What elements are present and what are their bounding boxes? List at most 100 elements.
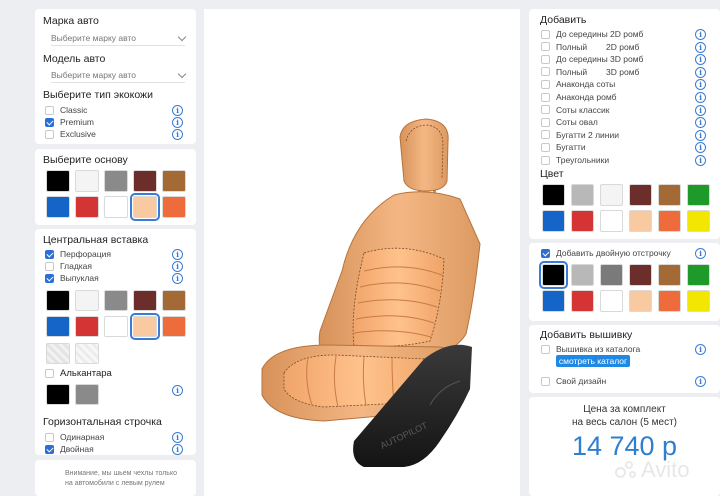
checkbox[interactable] bbox=[45, 368, 54, 378]
info-icon[interactable]: i bbox=[695, 104, 706, 116]
add-color-swatch-4[interactable] bbox=[658, 184, 681, 206]
model-select[interactable]: Выберите марку авто bbox=[51, 68, 187, 83]
double-stitch-color-swatch-2[interactable] bbox=[600, 264, 623, 286]
checkbox[interactable] bbox=[45, 129, 54, 139]
info-icon[interactable]: i bbox=[172, 261, 183, 272]
info-icon[interactable]: i bbox=[695, 29, 706, 40]
info-icon[interactable]: i bbox=[172, 432, 183, 443]
double-stitch-color-swatch-1[interactable] bbox=[571, 264, 594, 286]
info-icon[interactable]: i bbox=[172, 117, 183, 128]
ecoleather-option-classic[interactable]: Classic bbox=[45, 104, 87, 116]
double-stitch-color-swatch-10[interactable] bbox=[658, 290, 681, 312]
texture-swatch[interactable] bbox=[75, 343, 99, 364]
view-catalog-button[interactable]: смотреть каталог bbox=[556, 355, 630, 367]
stitch-option-double[interactable]: Двойная bbox=[45, 443, 94, 455]
base-color-swatch-5[interactable] bbox=[46, 196, 70, 218]
ecoleather-option-exclusive[interactable]: Exclusive bbox=[45, 128, 96, 140]
double-stitch-color-swatch-9[interactable] bbox=[629, 290, 652, 312]
checkbox[interactable] bbox=[541, 142, 550, 152]
insert-option-perforation[interactable]: Перфорация bbox=[45, 248, 111, 260]
add-color-swatch-5[interactable] bbox=[687, 184, 710, 206]
checkbox[interactable] bbox=[541, 105, 550, 115]
checkbox[interactable] bbox=[45, 117, 54, 127]
add-option-6[interactable]: Соты классик bbox=[541, 104, 610, 116]
double-stitch-color-swatch-11[interactable] bbox=[687, 290, 710, 312]
alcantara-swatch-black[interactable] bbox=[46, 384, 70, 405]
info-icon[interactable]: i bbox=[172, 273, 183, 284]
add-option-7[interactable]: Соты овал bbox=[541, 116, 598, 128]
insert-color-swatch-1[interactable] bbox=[75, 290, 99, 311]
double-stitch-color-swatch-0[interactable] bbox=[539, 261, 568, 289]
checkbox[interactable] bbox=[541, 92, 550, 102]
info-icon[interactable]: i bbox=[695, 92, 706, 103]
add-color-swatch-11[interactable] bbox=[687, 210, 710, 232]
double-stitch-color-swatch-8[interactable] bbox=[600, 290, 623, 312]
insert-color-swatch-8[interactable] bbox=[130, 313, 160, 340]
alcantara-swatch-gray[interactable] bbox=[75, 384, 99, 405]
base-color-swatch-4[interactable] bbox=[162, 170, 186, 192]
add-color-swatch-7[interactable] bbox=[571, 210, 594, 232]
info-icon[interactable]: i bbox=[695, 129, 706, 141]
add-color-swatch-2[interactable] bbox=[600, 184, 623, 206]
info-icon[interactable]: i bbox=[172, 129, 183, 140]
info-icon[interactable]: i bbox=[695, 117, 706, 129]
ecoleather-option-premium[interactable]: Premium bbox=[45, 116, 94, 128]
base-color-swatch-6[interactable] bbox=[75, 196, 99, 218]
insert-color-swatch-6[interactable] bbox=[75, 316, 99, 337]
info-icon[interactable]: i bbox=[695, 376, 706, 387]
insert-color-swatch-0[interactable] bbox=[46, 290, 70, 311]
checkbox[interactable] bbox=[541, 117, 550, 127]
base-color-swatch-2[interactable] bbox=[104, 170, 128, 192]
checkbox[interactable] bbox=[541, 67, 550, 77]
double-stitch-color-swatch-7[interactable] bbox=[571, 290, 594, 312]
add-option-0[interactable]: До середины 2D ромб bbox=[541, 28, 643, 40]
add-color-swatch-10[interactable] bbox=[658, 210, 681, 232]
base-color-swatch-1[interactable] bbox=[75, 170, 99, 192]
base-color-swatch-3[interactable] bbox=[133, 170, 157, 192]
insert-color-swatch-7[interactable] bbox=[104, 316, 128, 337]
checkbox[interactable] bbox=[45, 273, 54, 283]
brand-select[interactable]: Выберите марку авто bbox=[51, 31, 187, 46]
add-option-3[interactable]: Полный 3D ромб bbox=[541, 66, 639, 78]
add-color-swatch-1[interactable] bbox=[571, 184, 594, 206]
checkbox[interactable] bbox=[541, 79, 550, 89]
info-icon[interactable]: i bbox=[695, 142, 706, 154]
info-icon[interactable]: i bbox=[695, 248, 706, 259]
add-color-swatch-9[interactable] bbox=[629, 210, 652, 232]
checkbox[interactable] bbox=[45, 105, 54, 115]
embroidery-catalog-option[interactable]: Вышивка из каталога bbox=[541, 343, 640, 355]
insert-color-swatch-9[interactable] bbox=[162, 316, 186, 337]
double-stitch-color-swatch-5[interactable] bbox=[687, 264, 710, 286]
info-icon[interactable]: i bbox=[172, 385, 183, 396]
info-icon[interactable]: i bbox=[695, 41, 706, 53]
double-stitch-color-swatch-4[interactable] bbox=[658, 264, 681, 286]
insert-option-smooth[interactable]: Гладкая bbox=[45, 260, 92, 272]
insert-color-swatch-2[interactable] bbox=[104, 290, 128, 311]
stitch-option-single[interactable]: Одинарная bbox=[45, 431, 104, 443]
double-stitch-color-swatch-3[interactable] bbox=[629, 264, 652, 286]
checkbox[interactable] bbox=[541, 54, 550, 64]
info-icon[interactable]: i bbox=[172, 249, 183, 260]
base-color-swatch-8[interactable] bbox=[130, 193, 160, 221]
info-icon[interactable]: i bbox=[695, 66, 706, 78]
double-stitch-color-swatch-6[interactable] bbox=[542, 290, 565, 312]
checkbox[interactable] bbox=[45, 249, 54, 259]
info-icon[interactable]: i bbox=[695, 54, 706, 66]
add-option-1[interactable]: Полный 2D ромб bbox=[541, 41, 639, 53]
add-color-swatch-8[interactable] bbox=[600, 210, 623, 232]
info-icon[interactable]: i bbox=[695, 155, 706, 166]
embroidery-own-design-option[interactable]: Свой дизайн bbox=[541, 375, 606, 387]
info-icon[interactable]: i bbox=[695, 344, 706, 355]
checkbox[interactable] bbox=[45, 432, 54, 442]
checkbox[interactable] bbox=[541, 130, 550, 140]
insert-color-swatch-5[interactable] bbox=[46, 316, 70, 337]
info-icon[interactable]: i bbox=[695, 79, 706, 91]
texture-swatch[interactable] bbox=[46, 343, 70, 364]
add-color-swatch-0[interactable] bbox=[542, 184, 565, 206]
checkbox[interactable] bbox=[541, 29, 550, 39]
add-option-10[interactable]: Треугольники bbox=[541, 154, 609, 166]
checkbox[interactable] bbox=[45, 444, 54, 454]
add-option-2[interactable]: До середины 3D ромб bbox=[541, 53, 643, 65]
checkbox[interactable] bbox=[541, 376, 550, 386]
add-color-swatch-3[interactable] bbox=[629, 184, 652, 206]
